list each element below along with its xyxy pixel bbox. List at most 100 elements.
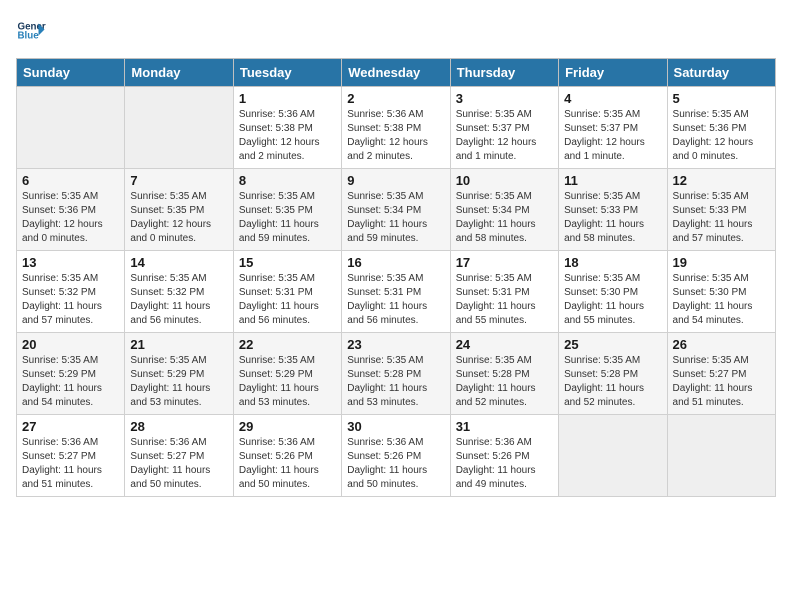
sunrise-time: Sunrise: 5:36 AM bbox=[130, 437, 206, 448]
sunset-time: Sunset: 5:32 PM bbox=[22, 287, 96, 298]
sunset-time: Sunset: 5:37 PM bbox=[456, 123, 530, 134]
daylight-hours: Daylight: 12 hours and 0 minutes. bbox=[130, 219, 211, 244]
calendar-cell: 18Sunrise: 5:35 AMSunset: 5:30 PMDayligh… bbox=[559, 251, 667, 333]
sunrise-time: Sunrise: 5:35 AM bbox=[239, 191, 315, 202]
day-number: 23 bbox=[347, 337, 444, 352]
daylight-hours: Daylight: 11 hours and 55 minutes. bbox=[564, 301, 644, 326]
calendar-cell: 10Sunrise: 5:35 AMSunset: 5:34 PMDayligh… bbox=[450, 169, 558, 251]
daylight-hours: Daylight: 11 hours and 59 minutes. bbox=[347, 219, 427, 244]
day-number: 31 bbox=[456, 419, 553, 434]
header: General Blue bbox=[16, 16, 776, 46]
daylight-hours: Daylight: 11 hours and 57 minutes. bbox=[22, 301, 102, 326]
sunset-time: Sunset: 5:34 PM bbox=[456, 205, 530, 216]
calendar-cell: 12Sunrise: 5:35 AMSunset: 5:33 PMDayligh… bbox=[667, 169, 775, 251]
day-number: 8 bbox=[239, 173, 336, 188]
logo: General Blue bbox=[16, 16, 46, 46]
cell-content: Sunrise: 5:35 AMSunset: 5:31 PMDaylight:… bbox=[239, 272, 336, 328]
calendar-cell bbox=[125, 87, 233, 169]
cell-content: Sunrise: 5:35 AMSunset: 5:37 PMDaylight:… bbox=[564, 108, 661, 164]
sunset-time: Sunset: 5:36 PM bbox=[22, 205, 96, 216]
sunset-time: Sunset: 5:27 PM bbox=[673, 369, 747, 380]
day-header-monday: Monday bbox=[125, 59, 233, 87]
cell-content: Sunrise: 5:36 AMSunset: 5:38 PMDaylight:… bbox=[239, 108, 336, 164]
sunset-time: Sunset: 5:26 PM bbox=[456, 451, 530, 462]
sunset-time: Sunset: 5:33 PM bbox=[673, 205, 747, 216]
sunset-time: Sunset: 5:33 PM bbox=[564, 205, 638, 216]
daylight-hours: Daylight: 11 hours and 54 minutes. bbox=[22, 383, 102, 408]
day-header-saturday: Saturday bbox=[667, 59, 775, 87]
daylight-hours: Daylight: 11 hours and 58 minutes. bbox=[564, 219, 644, 244]
calendar-cell: 28 Sunrise: 5:36 AMSunset: 5:27 PMDayligh… bbox=[125, 415, 233, 497]
daylight-hours: Daylight: 11 hours and 51 minutes. bbox=[673, 383, 753, 408]
day-number: 1 bbox=[239, 91, 336, 106]
daylight-hours: Daylight: 11 hours and 50 minutes. bbox=[130, 465, 210, 490]
calendar-cell: 20Sunrise: 5:35 AMSunset: 5:29 PMDayligh… bbox=[17, 333, 125, 415]
sunrise-time: Sunrise: 5:35 AM bbox=[22, 273, 98, 284]
day-number: 20 bbox=[22, 337, 119, 352]
calendar-cell: 4 Sunrise: 5:35 AMSunset: 5:37 PMDaylight… bbox=[559, 87, 667, 169]
daylight-hours: Daylight: 11 hours and 52 minutes. bbox=[456, 383, 536, 408]
sunset-time: Sunset: 5:29 PM bbox=[130, 369, 204, 380]
sunrise-time: Sunrise: 5:35 AM bbox=[347, 273, 423, 284]
sunset-time: Sunset: 5:26 PM bbox=[347, 451, 421, 462]
sunrise-time: Sunrise: 5:35 AM bbox=[673, 191, 749, 202]
cell-content: Sunrise: 5:36 AMSunset: 5:26 PMDaylight:… bbox=[239, 436, 336, 492]
day-number: 3 bbox=[456, 91, 553, 106]
day-number: 18 bbox=[564, 255, 661, 270]
sunset-time: Sunset: 5:35 PM bbox=[130, 205, 204, 216]
sunset-time: Sunset: 5:38 PM bbox=[347, 123, 421, 134]
calendar-cell: 1Sunrise: 5:36 AMSunset: 5:38 PMDaylight… bbox=[233, 87, 341, 169]
sunrise-time: Sunrise: 5:35 AM bbox=[239, 355, 315, 366]
day-number: 17 bbox=[456, 255, 553, 270]
sunrise-time: Sunrise: 5:36 AM bbox=[347, 437, 423, 448]
calendar-cell: 6Sunrise: 5:35 AMSunset: 5:36 PMDaylight… bbox=[17, 169, 125, 251]
sunrise-time: Sunrise: 5:35 AM bbox=[564, 191, 640, 202]
day-number: 9 bbox=[347, 173, 444, 188]
calendar-cell: 25Sunrise: 5:35 AMSunset: 5:28 PMDayligh… bbox=[559, 333, 667, 415]
day-number: 24 bbox=[456, 337, 553, 352]
cell-content: Sunrise: 5:35 AMSunset: 5:34 PMDaylight:… bbox=[456, 190, 553, 246]
day-number: 29 bbox=[239, 419, 336, 434]
sunrise-time: Sunrise: 5:36 AM bbox=[456, 437, 532, 448]
sunrise-time: Sunrise: 5:36 AM bbox=[347, 109, 423, 120]
sunrise-time: Sunrise: 5:35 AM bbox=[130, 273, 206, 284]
daylight-hours: Daylight: 11 hours and 53 minutes. bbox=[239, 383, 319, 408]
sunrise-time: Sunrise: 5:35 AM bbox=[456, 273, 532, 284]
cell-content: Sunrise: 5:35 AMSunset: 5:28 PMDaylight:… bbox=[347, 354, 444, 410]
sunrise-time: Sunrise: 5:35 AM bbox=[673, 355, 749, 366]
calendar-header-row: SundayMondayTuesdayWednesdayThursdayFrid… bbox=[17, 59, 776, 87]
week-row-1: 1 Sunrise: 5:36 AM Sunset: 5:38 PM Daylight… bbox=[17, 87, 776, 169]
day-number: 4 bbox=[564, 91, 661, 106]
sunrise-time: Sunrise: 5:36 AM bbox=[239, 437, 315, 448]
daylight-hours: Daylight: 11 hours and 57 minutes. bbox=[673, 219, 753, 244]
sunset-time: Sunset: 5:28 PM bbox=[564, 369, 638, 380]
cell-content: Sunrise: 5:36 AMSunset: 5:27 PMDaylight:… bbox=[130, 436, 227, 492]
daylight-hours: Daylight: 11 hours and 54 minutes. bbox=[673, 301, 753, 326]
calendar-cell: 23 Sunrise: 5:35 AMSunset: 5:28 PMDayligh… bbox=[342, 333, 450, 415]
daylight-hours: Daylight: 11 hours and 55 minutes. bbox=[456, 301, 536, 326]
day-number: 6 bbox=[22, 173, 119, 188]
calendar-cell: 15Sunrise: 5:35 AMSunset: 5:31 PMDayligh… bbox=[233, 251, 341, 333]
sunset-time: Sunset: 5:38 PM bbox=[239, 123, 313, 134]
day-number: 21 bbox=[130, 337, 227, 352]
sunset-time: Sunset: 5:31 PM bbox=[456, 287, 530, 298]
sunset-time: Sunset: 5:37 PM bbox=[564, 123, 638, 134]
daylight-hours: Daylight: 12 hours and 2 minutes. bbox=[347, 137, 428, 162]
cell-content: Sunrise: 5:35 AMSunset: 5:29 PMDaylight:… bbox=[239, 354, 336, 410]
sunset-time: Sunset: 5:28 PM bbox=[347, 369, 421, 380]
calendar-cell: 8Sunrise: 5:35 AMSunset: 5:35 PMDaylight… bbox=[233, 169, 341, 251]
calendar-cell: 22Sunrise: 5:35 AMSunset: 5:29 PMDayligh… bbox=[233, 333, 341, 415]
day-number: 11 bbox=[564, 173, 661, 188]
cell-content: Sunrise: 5:35 AM Sunset: 5:32 PM Daylight:… bbox=[22, 272, 119, 328]
cell-content: Sunrise: 5:35 AMSunset: 5:28 PMDaylight:… bbox=[456, 354, 553, 410]
calendar-table: SundayMondayTuesdayWednesdayThursdayFrid… bbox=[16, 58, 776, 497]
sunset-time: Sunset: 5:29 PM bbox=[22, 369, 96, 380]
cell-content: Sunrise: 5:35 AM Sunset: 5:31 PM Daylight:… bbox=[456, 272, 553, 328]
calendar-cell: 14Sunrise: 5:35 AMSunset: 5:32 PMDayligh… bbox=[125, 251, 233, 333]
calendar-cell: 31Sunrise: 5:36 AMSunset: 5:26 PMDayligh… bbox=[450, 415, 558, 497]
sunset-time: Sunset: 5:34 PM bbox=[347, 205, 421, 216]
daylight-hours: Daylight: 11 hours and 53 minutes. bbox=[130, 383, 210, 408]
cell-content: Sunrise: 5:36 AM Sunset: 5:38 PM Daylight:… bbox=[347, 108, 444, 164]
sunrise-time: Sunrise: 5:36 AM bbox=[239, 109, 315, 120]
day-number: 28 bbox=[130, 419, 227, 434]
